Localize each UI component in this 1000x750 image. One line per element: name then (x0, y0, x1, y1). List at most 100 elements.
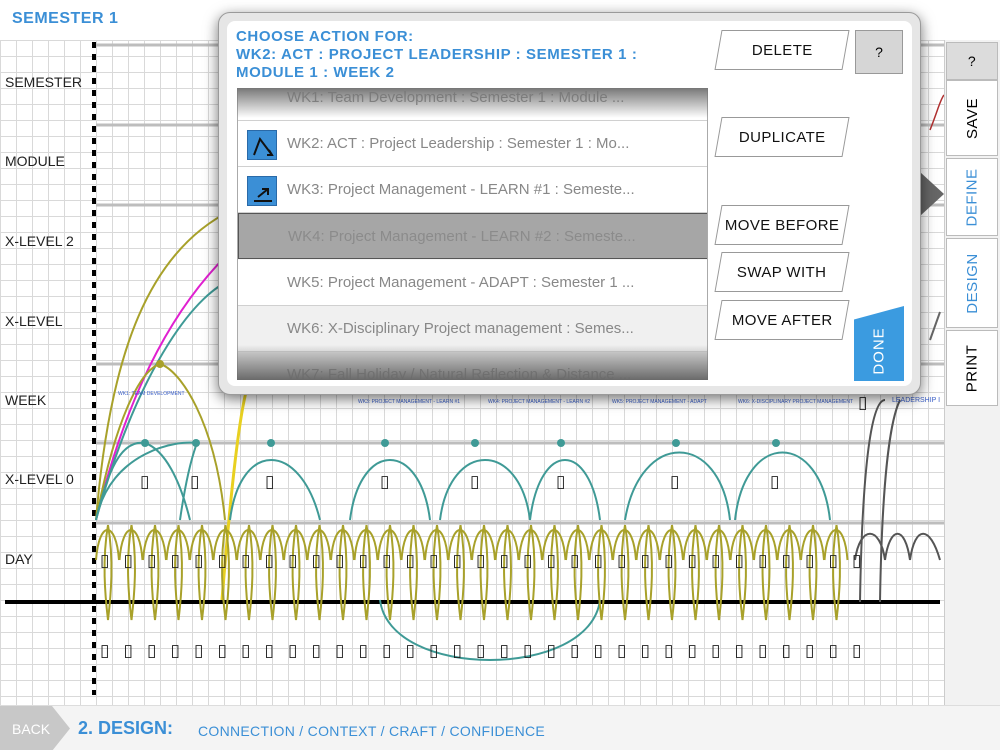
node-glyph-icon[interactable]: ▯ (194, 551, 203, 571)
list-item[interactable]: WK2: ACT : Project Leadership : Semester… (238, 121, 707, 167)
node-glyph-icon[interactable]: ▯ (858, 393, 867, 413)
node-glyph-icon[interactable]: ▯ (829, 551, 838, 571)
node-glyph-icon[interactable]: ▯ (523, 641, 532, 661)
node-glyph-icon[interactable]: ▯ (670, 472, 679, 492)
list-item[interactable]: WK6: X-Disciplinary Project management :… (238, 306, 707, 352)
node-glyph-icon[interactable]: ▯ (335, 551, 344, 571)
delete-button[interactable]: DELETE (714, 30, 850, 70)
duplicate-button[interactable]: DUPLICATE (714, 117, 850, 157)
tab-save[interactable]: SAVE (946, 80, 998, 156)
node-glyph-icon[interactable]: ▯ (380, 472, 389, 492)
node-glyph-icon[interactable]: ▯ (805, 641, 814, 661)
node-glyph-icon[interactable]: ▯ (594, 551, 603, 571)
list-item-selected[interactable]: WK4: Project Management - LEARN #2 : Sem… (238, 213, 707, 259)
node-glyph-icon[interactable]: ▯ (382, 641, 391, 661)
node-glyph-icon[interactable]: ▯ (288, 641, 297, 661)
node-glyph-icon[interactable]: ▯ (782, 551, 791, 571)
tab-design[interactable]: DESIGN (946, 238, 998, 328)
node-glyph-icon[interactable]: ▯ (664, 641, 673, 661)
node-glyph-icon[interactable]: ▯ (100, 551, 109, 571)
node-glyph-icon[interactable]: ▯ (688, 641, 697, 661)
move-after-button[interactable]: MOVE AFTER (714, 300, 850, 340)
node-glyph-icon[interactable]: ▯ (147, 641, 156, 661)
node-glyph-icon[interactable]: ▯ (241, 551, 250, 571)
node-glyph-icon[interactable]: ▯ (476, 641, 485, 661)
node-glyph-icon[interactable]: ▯ (312, 551, 321, 571)
node-glyph-icon[interactable]: ▯ (758, 551, 767, 571)
node-glyph-icon[interactable]: ▯ (335, 641, 344, 661)
node-glyph-icon[interactable]: ▯ (265, 472, 274, 492)
help-tab[interactable]: ? (946, 42, 998, 80)
node-glyph-icon[interactable]: ▯ (429, 641, 438, 661)
node-glyph-icon[interactable]: ▯ (547, 551, 556, 571)
node-glyph-icon[interactable]: ▯ (476, 551, 485, 571)
node-glyph-icon[interactable]: ▯ (641, 551, 650, 571)
list-item[interactable]: WK7: Fall Holiday / Natural Reflection &… (238, 352, 707, 379)
node-glyph-icon[interactable]: ▯ (523, 551, 532, 571)
node-glyph-icon[interactable]: ▯ (312, 641, 321, 661)
node-glyph-icon[interactable]: ▯ (100, 641, 109, 661)
node-glyph-icon[interactable]: ▯ (265, 641, 274, 661)
tab-define[interactable]: DEFINE (946, 158, 998, 236)
node-glyph-icon[interactable]: ▯ (617, 641, 626, 661)
node-glyph-icon[interactable]: ▯ (194, 641, 203, 661)
node-glyph-icon[interactable]: ▯ (171, 551, 180, 571)
tab-print[interactable]: PRINT (946, 330, 998, 406)
node-glyph-icon[interactable]: ▯ (735, 551, 744, 571)
node-glyph-icon[interactable]: ▯ (429, 551, 438, 571)
modal-help-button[interactable]: ? (855, 30, 903, 74)
item-picker-list[interactable]: WK1: Team Development : Semester 1 : Mod… (237, 88, 708, 380)
node-glyph-icon[interactable]: ▯ (782, 641, 791, 661)
node-glyph-icon[interactable]: ▯ (770, 472, 779, 492)
node-glyph-icon[interactable]: ▯ (453, 551, 462, 571)
back-button[interactable]: BACK (0, 706, 70, 750)
node-glyph-icon[interactable]: ▯ (617, 551, 626, 571)
node-glyph-icon[interactable]: ▯ (641, 641, 650, 661)
modal-heading: CHOOSE ACTION FOR: (236, 28, 414, 45)
node-glyph-icon[interactable]: ▯ (406, 641, 415, 661)
node-glyph-icon[interactable]: ▯ (829, 641, 838, 661)
move-before-button[interactable]: MOVE BEFORE (714, 205, 850, 245)
node-glyph-icon[interactable]: ▯ (852, 641, 861, 661)
node-glyph-icon[interactable]: ▯ (359, 641, 368, 661)
modal-heading-item: WK2: ACT : PROJECT LEADERSHIP : SEMESTER… (236, 46, 638, 63)
list-item[interactable]: WK5: Project Management - ADAPT : Semest… (238, 260, 707, 306)
node-glyph-icon[interactable]: ▯ (453, 641, 462, 661)
node-glyph-icon[interactable]: ▯ (735, 641, 744, 661)
app: SEMESTER 1 SEMESTER MODULE X-LEVEL 2 X-L… (0, 0, 1000, 750)
node-glyph-icon[interactable]: ▯ (124, 551, 133, 571)
node-glyph-icon[interactable]: ▯ (218, 551, 227, 571)
node-glyph-icon[interactable]: ▯ (470, 472, 479, 492)
list-item[interactable]: WK1: Team Development : Semester 1 : Mod… (238, 89, 707, 121)
node-glyph-icon[interactable]: ▯ (500, 641, 509, 661)
node-glyph-icon[interactable]: ▯ (570, 551, 579, 571)
node-glyph-icon[interactable]: ▯ (382, 551, 391, 571)
node-glyph-icon[interactable]: ▯ (711, 551, 720, 571)
node-glyph-icon[interactable]: ▯ (406, 551, 415, 571)
node-glyph-icon[interactable]: ▯ (140, 472, 149, 492)
node-glyph-icon[interactable]: ▯ (147, 551, 156, 571)
node-glyph-icon[interactable]: ▯ (570, 641, 579, 661)
node-glyph-icon[interactable]: ▯ (805, 551, 814, 571)
node-glyph-icon[interactable]: ▯ (218, 641, 227, 661)
node-glyph-icon[interactable]: ▯ (547, 641, 556, 661)
list-item[interactable]: WK3: Project Management - LEARN #1 : Sem… (238, 167, 707, 213)
node-glyph-icon[interactable]: ▯ (664, 551, 673, 571)
node-glyph-icon[interactable]: ▯ (124, 641, 133, 661)
node-glyph-icon[interactable]: ▯ (852, 551, 861, 571)
modal-pointer (920, 172, 944, 216)
swap-with-button[interactable]: SWAP WITH (714, 252, 850, 292)
node-glyph-icon[interactable]: ▯ (711, 641, 720, 661)
node-glyph-icon[interactable]: ▯ (594, 641, 603, 661)
node-glyph-icon[interactable]: ▯ (171, 641, 180, 661)
node-glyph-icon[interactable]: ▯ (265, 551, 274, 571)
node-glyph-icon[interactable]: ▯ (556, 472, 565, 492)
node-glyph-icon[interactable]: ▯ (758, 641, 767, 661)
node-glyph-icon[interactable]: ▯ (359, 551, 368, 571)
node-glyph-icon[interactable]: ▯ (688, 551, 697, 571)
node-glyph-icon[interactable]: ▯ (500, 551, 509, 571)
node-glyph-icon[interactable]: ▯ (190, 472, 199, 492)
help-tab-label: ? (967, 53, 977, 69)
node-glyph-icon[interactable]: ▯ (241, 641, 250, 661)
node-glyph-icon[interactable]: ▯ (288, 551, 297, 571)
